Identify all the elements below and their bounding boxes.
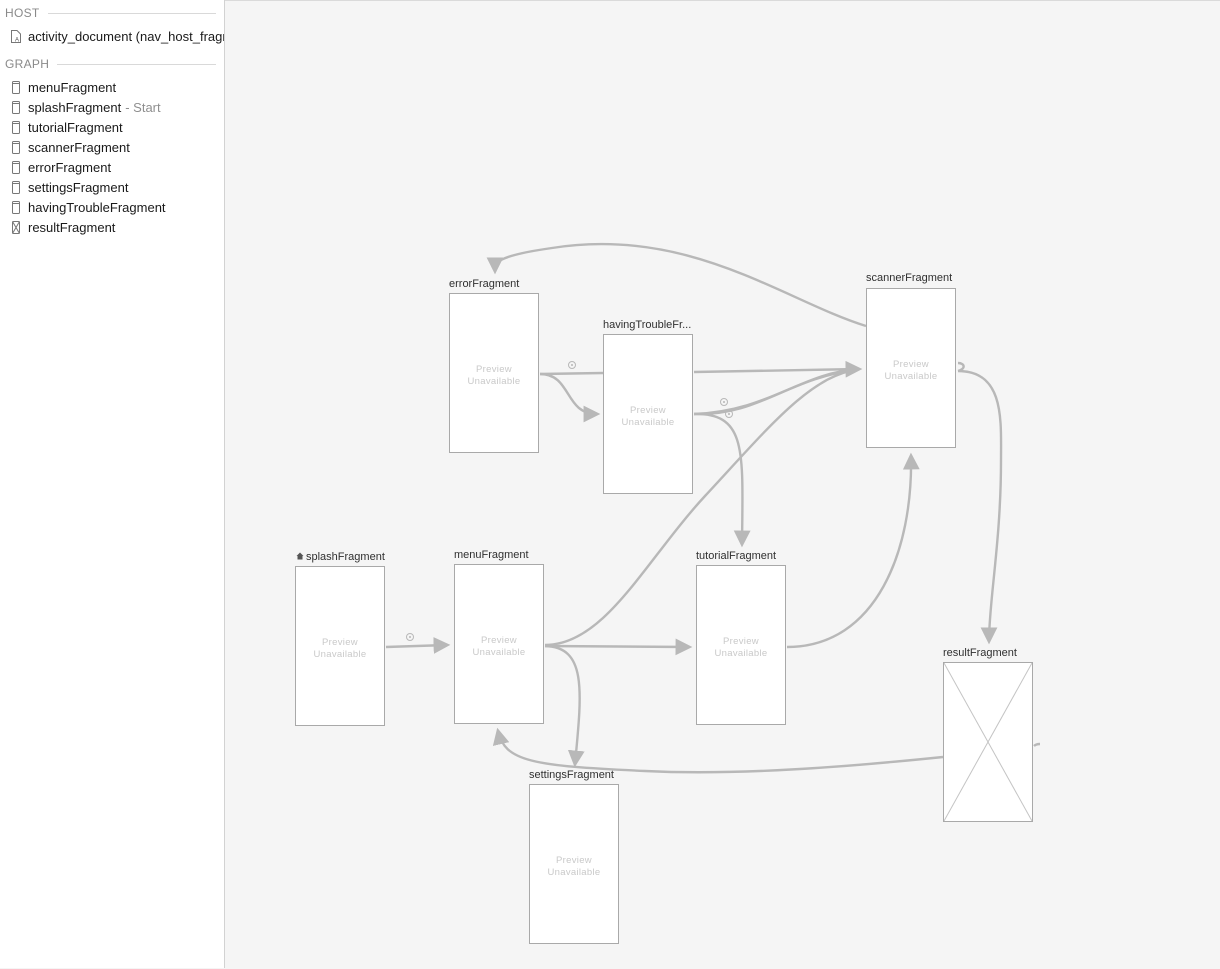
- tree-item-scanner-fragment[interactable]: scannerFragment: [11, 138, 224, 156]
- fragment-icon: [12, 120, 20, 134]
- tree-item-menu-fragment[interactable]: menuFragment: [11, 78, 224, 96]
- destination-scanner-fragment[interactable]: Preview Unavailable: [866, 288, 956, 448]
- destination-tutorial-fragment[interactable]: Preview Unavailable: [696, 565, 786, 725]
- destination-result-fragment[interactable]: [943, 662, 1033, 822]
- preview-unavailable-text: Preview Unavailable: [467, 364, 521, 387]
- destination-menu-fragment[interactable]: Preview Unavailable: [454, 564, 544, 724]
- action-edge[interactable]: [486, 242, 867, 328]
- tree-item-label: menuFragment: [28, 79, 117, 95]
- tree-item-label: settingsFragment: [28, 179, 129, 195]
- preview-unavailable-text: Preview Unavailable: [714, 636, 768, 659]
- action-edge[interactable]: [693, 412, 751, 548]
- action-edge[interactable]: [544, 638, 693, 656]
- no-layout-placeholder-icon: [944, 663, 1032, 821]
- tree-item-label: scannerFragment: [28, 139, 130, 155]
- component-tree-panel: HOST A activity_document (nav_host_fragm…: [0, 0, 225, 968]
- tree-item-error-fragment[interactable]: errorFragment: [11, 158, 224, 176]
- tree-item-label: errorFragment: [28, 159, 112, 175]
- host-section-header: HOST: [5, 6, 216, 20]
- host-item[interactable]: A activity_document (nav_host_fragment): [11, 27, 224, 45]
- node-title: errorFragment: [449, 278, 520, 290]
- action-edge[interactable]: [539, 372, 601, 423]
- section-divider: [47, 12, 216, 14]
- tree-item-tutorial-fragment[interactable]: tutorialFragment: [11, 118, 224, 136]
- tree-item-label: havingTroubleFragment: [28, 199, 166, 215]
- fragment-icon: [12, 80, 20, 94]
- action-edge[interactable]: [492, 727, 944, 774]
- tree-item-result-fragment[interactable]: resultFragment: [11, 218, 224, 236]
- tree-item-splash-fragment[interactable]: splashFragment - Start: [11, 98, 224, 116]
- node-title: menuFragment: [454, 549, 529, 561]
- tree-item-having-trouble-fragment[interactable]: havingTroubleFragment: [11, 198, 224, 216]
- fragment-icon: [12, 160, 20, 174]
- action-edge[interactable]: [957, 361, 965, 373]
- tree-item-settings-fragment[interactable]: settingsFragment: [11, 178, 224, 196]
- action-edge[interactable]: [385, 637, 451, 654]
- tree-item-label: tutorialFragment: [28, 119, 123, 135]
- destination-having-trouble-fragment[interactable]: Preview Unavailable: [603, 334, 693, 494]
- preview-unavailable-text: Preview Unavailable: [547, 855, 601, 878]
- preview-unavailable-text: Preview Unavailable: [884, 359, 938, 382]
- fragment-icon: [12, 100, 20, 114]
- graph-section-label: GRAPH: [5, 57, 50, 71]
- destination-splash-fragment[interactable]: Preview Unavailable: [295, 566, 385, 726]
- node-title: resultFragment: [943, 647, 1017, 659]
- action-edge[interactable]: [786, 452, 920, 649]
- node-title: havingTroubleFr...: [603, 319, 692, 331]
- preview-unavailable-text: Preview Unavailable: [472, 635, 526, 658]
- tree-item-label: resultFragment: [28, 219, 116, 235]
- section-divider: [57, 63, 216, 65]
- action-edge[interactable]: [1033, 742, 1041, 747]
- node-title: splashFragment: [296, 551, 385, 563]
- fragment-icon: [12, 140, 20, 154]
- start-destination-label: - Start: [125, 99, 161, 115]
- fragment-icon: [12, 200, 20, 214]
- navigation-graph-canvas[interactable]: errorFragment Preview Unavailable having…: [225, 0, 1220, 968]
- node-title: scannerFragment: [866, 272, 953, 284]
- home-icon: [296, 552, 304, 560]
- action-edge[interactable]: [693, 360, 863, 378]
- node-title: tutorialFragment: [696, 550, 777, 562]
- action-edge[interactable]: [957, 369, 1003, 645]
- action-edge[interactable]: [544, 644, 585, 768]
- svg-text:A: A: [15, 37, 19, 43]
- fragment-no-layout-icon: [12, 220, 20, 234]
- destination-settings-fragment[interactable]: Preview Unavailable: [529, 784, 619, 944]
- action-edge[interactable]: [539, 371, 604, 376]
- fragment-icon: [12, 180, 20, 194]
- preview-unavailable-text: Preview Unavailable: [313, 637, 367, 660]
- graph-edges-layer: [385, 242, 1041, 774]
- graph-section-header: GRAPH: [5, 57, 216, 71]
- host-section-label: HOST: [5, 6, 40, 20]
- host-item-label: activity_document (nav_host_fragment): [28, 28, 224, 44]
- node-title: settingsFragment: [529, 769, 614, 781]
- destination-error-fragment[interactable]: Preview Unavailable: [449, 293, 539, 453]
- preview-unavailable-text: Preview Unavailable: [621, 405, 675, 428]
- layout-file-icon: A: [11, 29, 21, 43]
- tree-item-label: splashFragment: [28, 99, 122, 115]
